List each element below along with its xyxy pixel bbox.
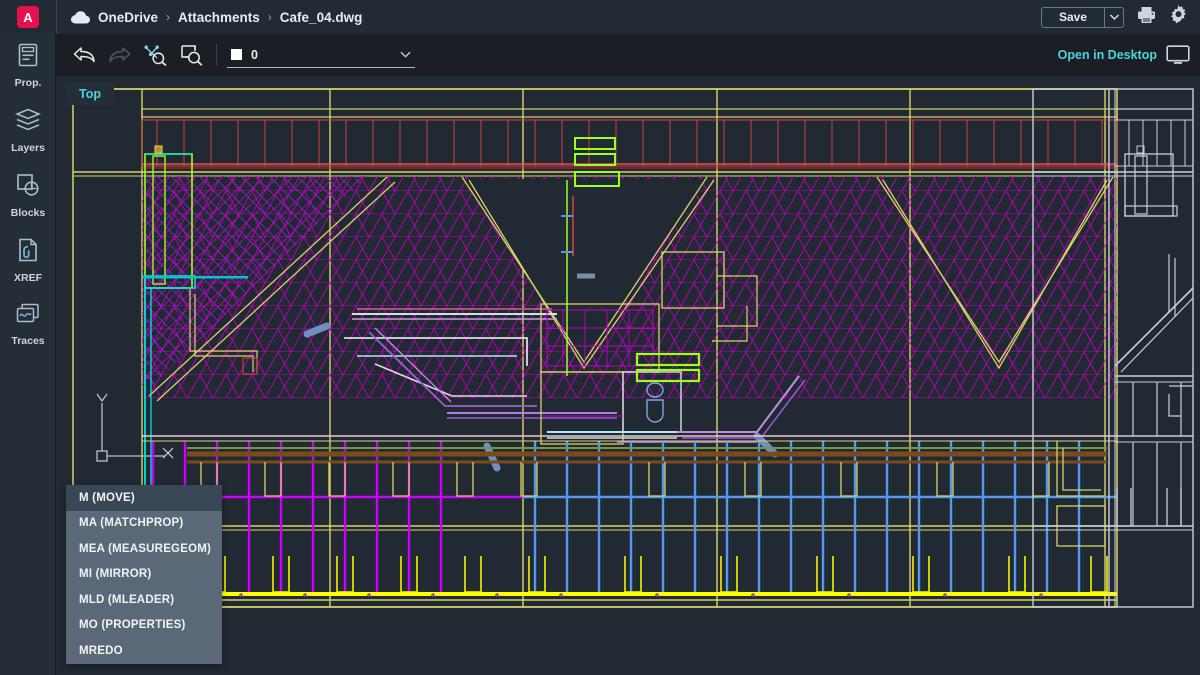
command-item[interactable]: MA (MATCHPROP) (66, 511, 222, 537)
sidebar-edge (55, 34, 56, 675)
properties-icon (17, 43, 39, 72)
layer-select[interactable]: 0 (227, 42, 415, 68)
traces-icon (16, 303, 40, 330)
pocket-details-upper (201, 462, 1049, 496)
header-actions: Save (1041, 5, 1200, 29)
open-in-desktop-button[interactable]: Open in Desktop (1058, 45, 1200, 65)
breadcrumb-separator: › (268, 10, 272, 24)
breadcrumb: OneDrive › Attachments › Cafe_04.dwg (57, 10, 362, 25)
gear-icon (1169, 5, 1188, 24)
command-autocomplete-dropdown[interactable]: M (MOVE) MA (MATCHPROP) MEA (MEASUREGEOM… (66, 485, 222, 664)
sidebar-item-label: Prop. (15, 77, 42, 89)
breadcrumb-item-attachments[interactable]: Attachments (178, 10, 260, 25)
drawing-geometry (57, 76, 1200, 675)
chevron-down-icon (400, 51, 411, 58)
command-item[interactable]: MO (PROPERTIES) (66, 613, 222, 639)
layer-color-swatch (231, 49, 242, 60)
sidebar-item-label: XREF (14, 272, 42, 284)
sidebar-item-label: Layers (11, 142, 45, 154)
toolbar-separator (216, 44, 217, 66)
zoom-window-icon (180, 44, 204, 66)
undo-arrow-icon (72, 46, 96, 64)
autodesk-logo-icon: A (17, 6, 39, 28)
sidebar-item-label: Traces (11, 335, 44, 347)
open-in-desktop-label: Open in Desktop (1058, 48, 1157, 62)
sidebar-item-blocks[interactable]: Blocks (0, 164, 56, 229)
drawing-toolbar: 0 Open in Desktop (56, 34, 1200, 76)
app-header: A OneDrive › Attachments › Cafe_04.dwg S… (0, 0, 1200, 34)
command-item[interactable]: MI (MIRROR) (66, 562, 222, 588)
bottom-band (142, 593, 1117, 600)
settings-button[interactable] (1169, 5, 1188, 29)
command-item[interactable]: M (MOVE) (66, 485, 222, 511)
beam-band (187, 448, 1107, 462)
cloud-icon (71, 11, 90, 24)
save-split-button[interactable]: Save (1041, 7, 1124, 28)
layers-icon (15, 108, 41, 137)
sidebar-item-properties[interactable]: Prop. (0, 34, 56, 99)
sidebar-item-label: Blocks (11, 207, 45, 219)
save-dropdown-button[interactable] (1104, 7, 1124, 28)
breadcrumb-item-file[interactable]: Cafe_04.dwg (280, 10, 363, 25)
command-item[interactable]: MREDO (66, 638, 222, 664)
measure-geometry-button[interactable] (138, 34, 174, 76)
drawing-canvas[interactable] (57, 76, 1200, 675)
view-tab-top[interactable]: Top (66, 83, 114, 105)
upper-hatch-field (142, 176, 1117, 398)
save-button[interactable]: Save (1041, 7, 1104, 28)
zoom-window-button[interactable] (174, 34, 210, 76)
measure-geometry-icon (144, 44, 168, 66)
xref-icon (17, 238, 39, 267)
command-item[interactable]: MLD (MLEADER) (66, 587, 222, 613)
sidebar-item-xref[interactable]: XREF (0, 229, 56, 294)
left-sidebar: Prop. Layers Blocks (0, 34, 56, 675)
pocket-details-lower (145, 556, 1107, 592)
chevron-down-icon (1110, 14, 1119, 20)
app-logo-container[interactable]: A (0, 0, 56, 34)
breadcrumb-separator: › (166, 10, 170, 24)
breadcrumb-item-onedrive[interactable]: OneDrive (98, 10, 158, 25)
redo-button[interactable] (102, 34, 138, 76)
monitor-icon (1166, 45, 1190, 65)
layer-select-value: 0 (251, 48, 391, 62)
undo-button[interactable] (66, 34, 102, 76)
print-button[interactable] (1137, 6, 1156, 29)
sidebar-item-traces[interactable]: Traces (0, 294, 56, 359)
command-item[interactable]: MEA (MEASUREGEOM) (66, 536, 222, 562)
redo-arrow-icon (108, 46, 132, 64)
blocks-icon (16, 173, 40, 202)
top-hatch-band (142, 109, 1117, 168)
ucs-icon (97, 394, 173, 461)
sidebar-item-layers[interactable]: Layers (0, 99, 56, 164)
